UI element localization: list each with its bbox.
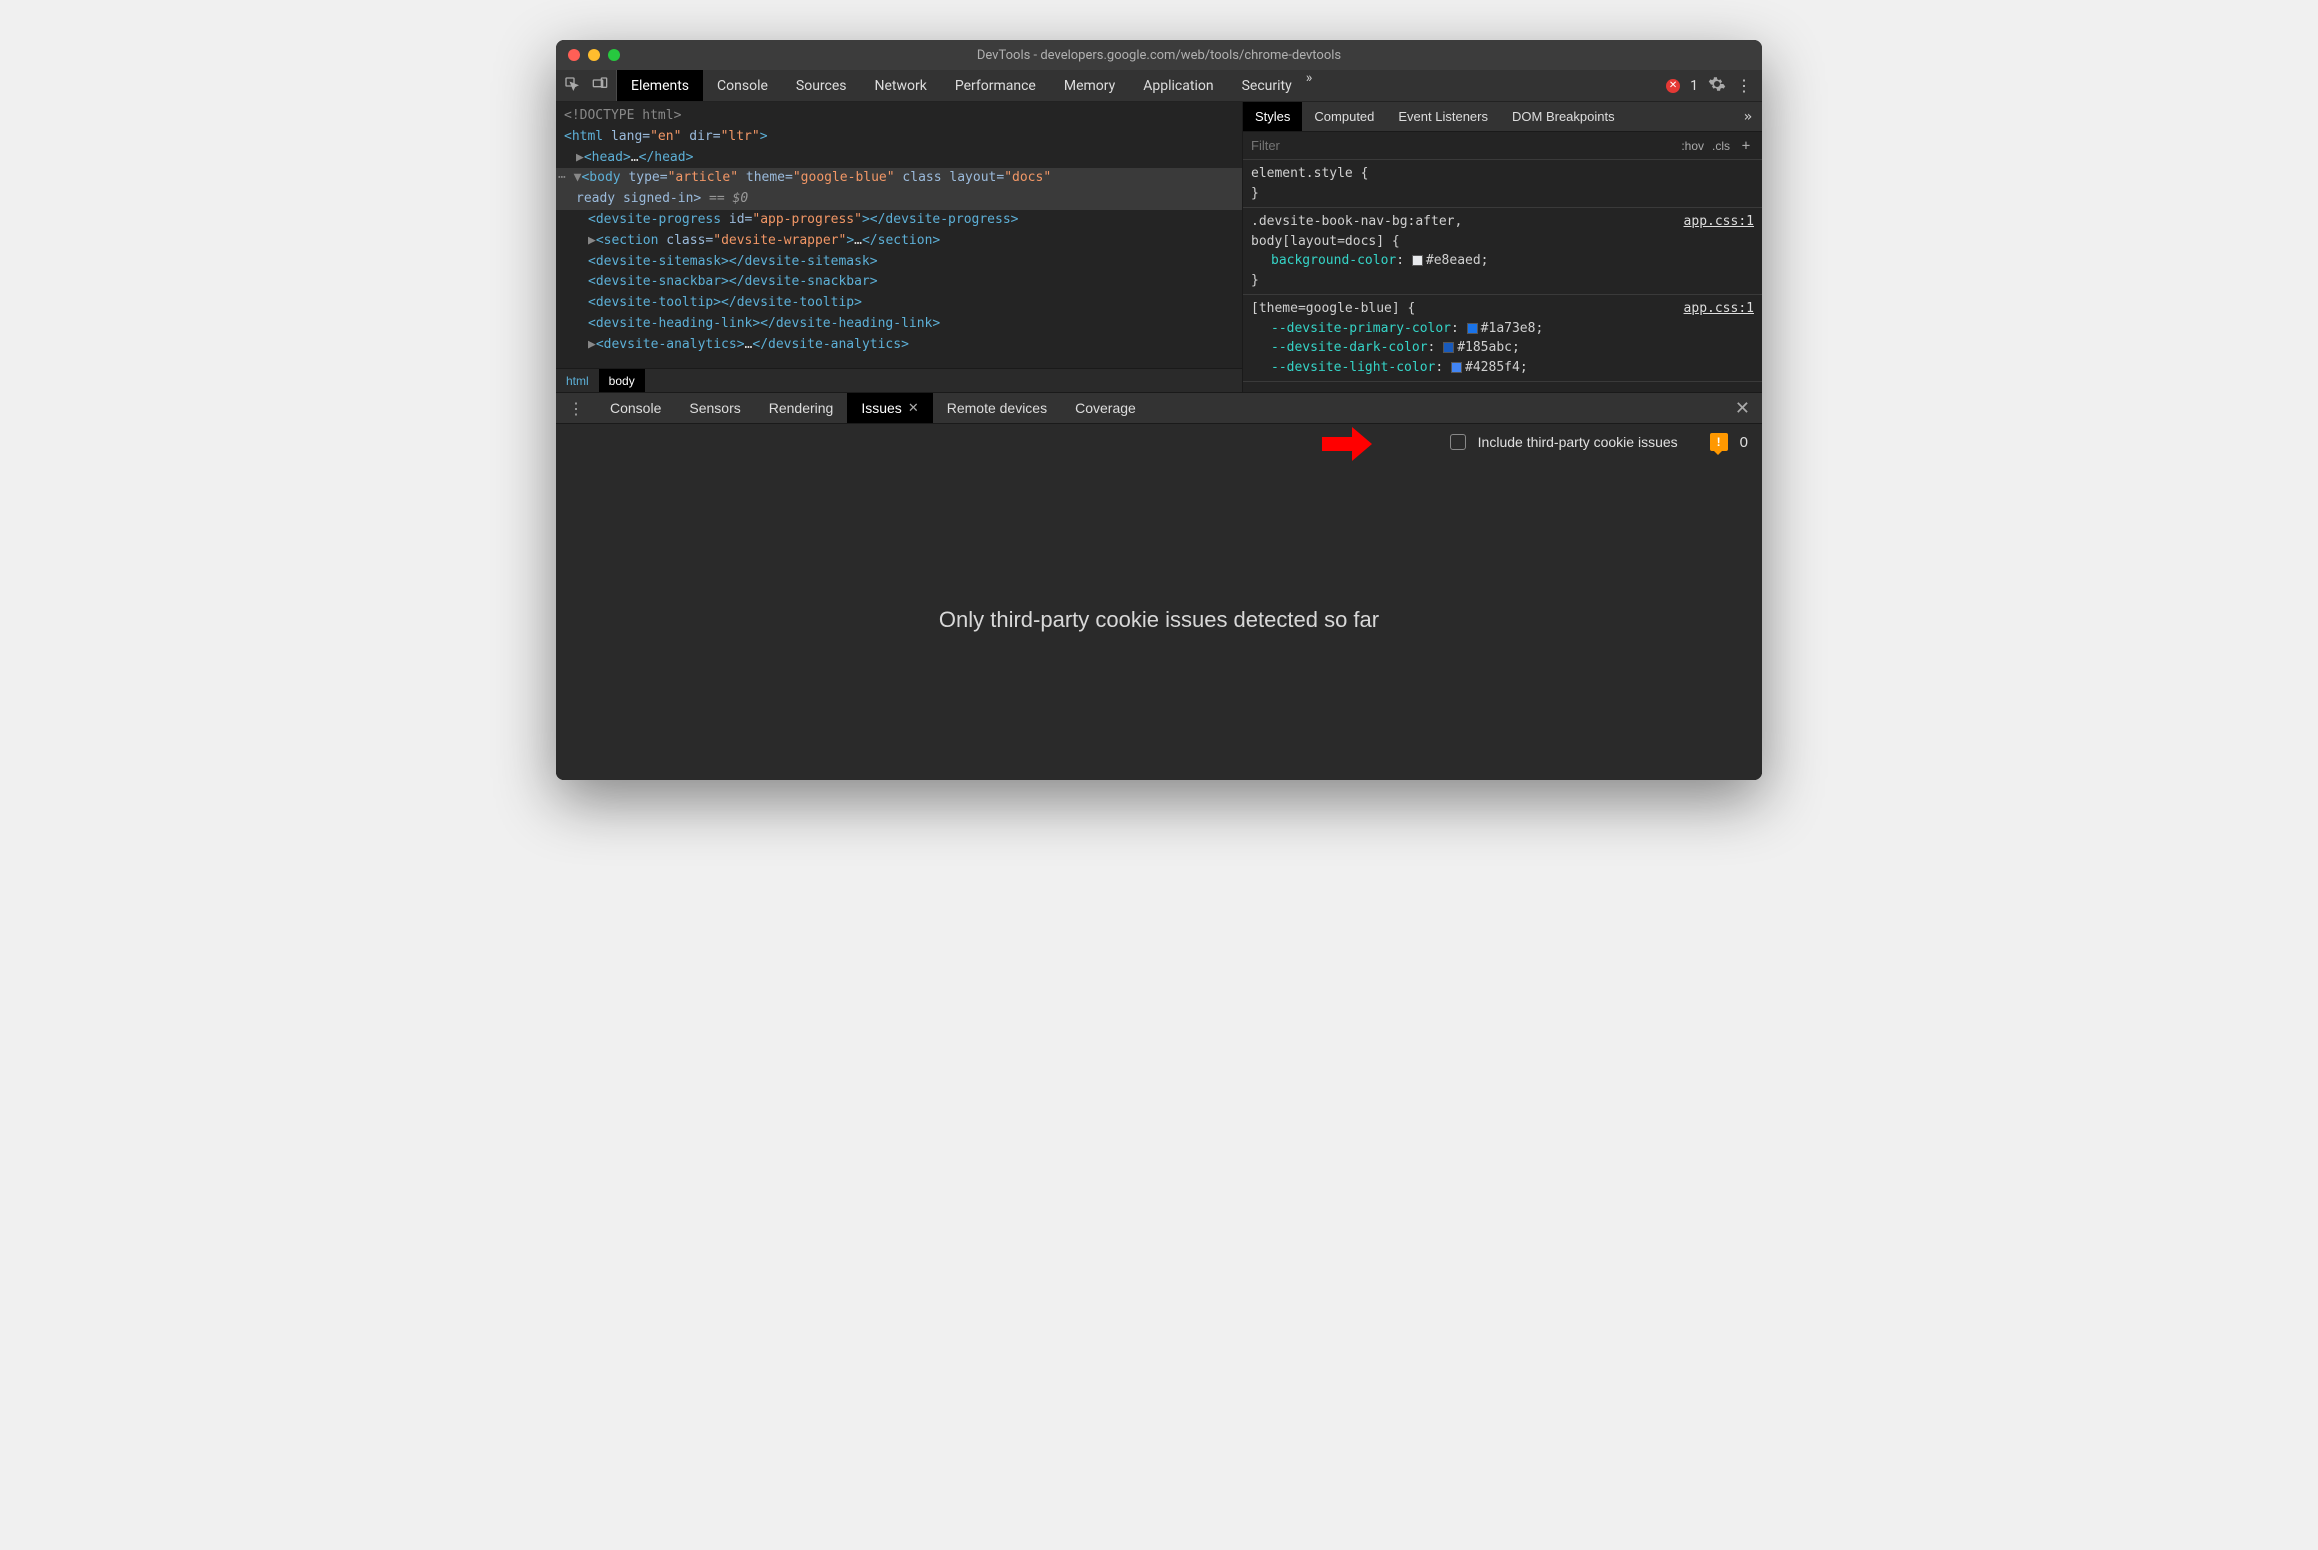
main-tabs: Elements Console Sources Network Perform… <box>617 70 1312 101</box>
error-count: 1 <box>1690 78 1698 94</box>
body-node-selected[interactable]: ⋯ ▼<body type="article" theme="google-bl… <box>556 168 1242 210</box>
styles-more-tabs-icon[interactable]: » <box>1744 109 1752 125</box>
close-window-button[interactable] <box>568 49 580 61</box>
more-options-icon[interactable]: ⋮ <box>1736 76 1752 95</box>
more-tabs-icon[interactable]: » <box>1306 70 1313 101</box>
drawer-tab-remote[interactable]: Remote devices <box>933 393 1061 423</box>
close-tab-icon[interactable]: ✕ <box>908 400 919 416</box>
devtools-window: DevTools - developers.google.com/web/too… <box>556 40 1762 780</box>
dom-child[interactable]: ▶<section class="devsite-wrapper">…</sec… <box>564 231 1234 252</box>
styles-filter-bar: :hov .cls + <box>1243 132 1762 160</box>
dom-child[interactable]: ▶<devsite-analytics>…</devsite-analytics… <box>564 335 1234 356</box>
new-rule-icon[interactable]: + <box>1738 138 1754 154</box>
drawer: ⋮ Console Sensors Rendering Issues ✕ Rem… <box>556 392 1762 780</box>
prop-light[interactable]: --devsite-light-color: #4285f4; <box>1251 358 1754 378</box>
settings-gear-icon[interactable] <box>1708 75 1726 97</box>
tab-memory[interactable]: Memory <box>1050 70 1129 101</box>
issues-toolbar: Include third-party cookie issues ! 0 <box>556 424 1762 460</box>
dom-child[interactable]: <devsite-progress id="app-progress"></de… <box>564 210 1234 231</box>
drawer-tab-coverage[interactable]: Coverage <box>1061 393 1150 423</box>
drawer-tab-rendering[interactable]: Rendering <box>755 393 848 423</box>
source-link[interactable]: app.css:1 <box>1684 299 1754 319</box>
style-rules[interactable]: element.style { } app.css:1 .devsite-boo… <box>1243 160 1762 392</box>
tab-application[interactable]: Application <box>1129 70 1227 101</box>
styles-tabs: Styles Computed Event Listeners DOM Brea… <box>1243 102 1762 132</box>
annotation-arrow-icon <box>1322 427 1372 466</box>
titlebar: DevTools - developers.google.com/web/too… <box>556 40 1762 70</box>
checkbox-label: Include third-party cookie issues <box>1478 434 1678 450</box>
issue-badge-icon[interactable]: ! <box>1710 433 1728 451</box>
breadcrumb: html body <box>556 368 1242 392</box>
toolbar-right: ✕ 1 ⋮ <box>1666 75 1762 97</box>
minimize-window-button[interactable] <box>588 49 600 61</box>
color-swatch[interactable] <box>1412 255 1423 266</box>
rule-book-nav[interactable]: app.css:1 .devsite-book-nav-bg:after, bo… <box>1243 208 1762 295</box>
device-toggle-icon[interactable] <box>592 76 608 96</box>
cls-toggle[interactable]: .cls <box>1712 139 1730 153</box>
prop-bgcolor[interactable]: background-color: #e8eaed; <box>1251 251 1754 271</box>
color-swatch[interactable] <box>1451 362 1462 373</box>
drawer-tab-issues[interactable]: Issues ✕ <box>847 393 932 423</box>
include-third-party-checkbox[interactable] <box>1450 434 1466 450</box>
crumb-html[interactable]: html <box>556 369 599 392</box>
tab-network[interactable]: Network <box>861 70 941 101</box>
source-link[interactable]: app.css:1 <box>1684 212 1754 232</box>
styles-tab-listeners[interactable]: Event Listeners <box>1386 102 1500 131</box>
tab-performance[interactable]: Performance <box>941 70 1050 101</box>
tab-security[interactable]: Security <box>1228 70 1306 101</box>
window-title: DevTools - developers.google.com/web/too… <box>556 48 1762 63</box>
issue-count: 0 <box>1740 434 1748 451</box>
tab-sources[interactable]: Sources <box>782 70 861 101</box>
drawer-tab-console[interactable]: Console <box>596 393 675 423</box>
color-swatch[interactable] <box>1467 323 1478 334</box>
elements-split: <!DOCTYPE html> <html lang="en" dir="ltr… <box>556 102 1762 392</box>
doctype-node[interactable]: <!DOCTYPE html> <box>564 106 1234 127</box>
prop-dark[interactable]: --devsite-dark-color: #185abc; <box>1251 338 1754 358</box>
styles-tab-dom-bp[interactable]: DOM Breakpoints <box>1500 102 1627 131</box>
rule-element-style[interactable]: element.style { } <box>1243 160 1762 208</box>
hov-toggle[interactable]: :hov <box>1681 139 1704 153</box>
styles-tab-styles[interactable]: Styles <box>1243 102 1302 131</box>
toolbar-left-icons <box>556 70 617 101</box>
html-open-node[interactable]: <html lang="en" dir="ltr"> <box>564 127 1234 148</box>
maximize-window-button[interactable] <box>608 49 620 61</box>
rule-theme-blue[interactable]: app.css:1 [theme=google-blue] { --devsit… <box>1243 295 1762 382</box>
drawer-tab-sensors[interactable]: Sensors <box>675 393 754 423</box>
elements-panel[interactable]: <!DOCTYPE html> <html lang="en" dir="ltr… <box>556 102 1242 392</box>
drawer-tabs: ⋮ Console Sensors Rendering Issues ✕ Rem… <box>556 392 1762 424</box>
crumb-body[interactable]: body <box>599 369 645 392</box>
tab-console[interactable]: Console <box>703 70 782 101</box>
styles-filter-input[interactable] <box>1251 138 1673 153</box>
styles-tab-computed[interactable]: Computed <box>1302 102 1386 131</box>
issues-empty-text: Only third-party cookie issues detected … <box>939 607 1379 633</box>
dom-child[interactable]: <devsite-tooltip></devsite-tooltip> <box>564 293 1234 314</box>
styles-sidebar: Styles Computed Event Listeners DOM Brea… <box>1242 102 1762 392</box>
color-swatch[interactable] <box>1443 342 1454 353</box>
error-badge-icon[interactable]: ✕ <box>1666 79 1680 93</box>
drawer-menu-icon[interactable]: ⋮ <box>556 399 596 418</box>
dom-tree[interactable]: <!DOCTYPE html> <html lang="en" dir="ltr… <box>556 102 1242 360</box>
main-toolbar: Elements Console Sources Network Perform… <box>556 70 1762 102</box>
dom-child[interactable]: <devsite-sitemask></devsite-sitemask> <box>564 252 1234 273</box>
traffic-lights <box>556 49 620 61</box>
tab-elements[interactable]: Elements <box>617 70 703 101</box>
dom-child[interactable]: <devsite-snackbar></devsite-snackbar> <box>564 272 1234 293</box>
prop-primary[interactable]: --devsite-primary-color: #1a73e8; <box>1251 319 1754 339</box>
drawer-close-icon[interactable]: ✕ <box>1723 398 1762 419</box>
dom-child[interactable]: <devsite-heading-link></devsite-heading-… <box>564 314 1234 335</box>
issues-body: Only third-party cookie issues detected … <box>556 460 1762 780</box>
inspect-element-icon[interactable] <box>564 76 580 96</box>
head-node[interactable]: ▶<head>…</head> <box>564 148 1234 169</box>
